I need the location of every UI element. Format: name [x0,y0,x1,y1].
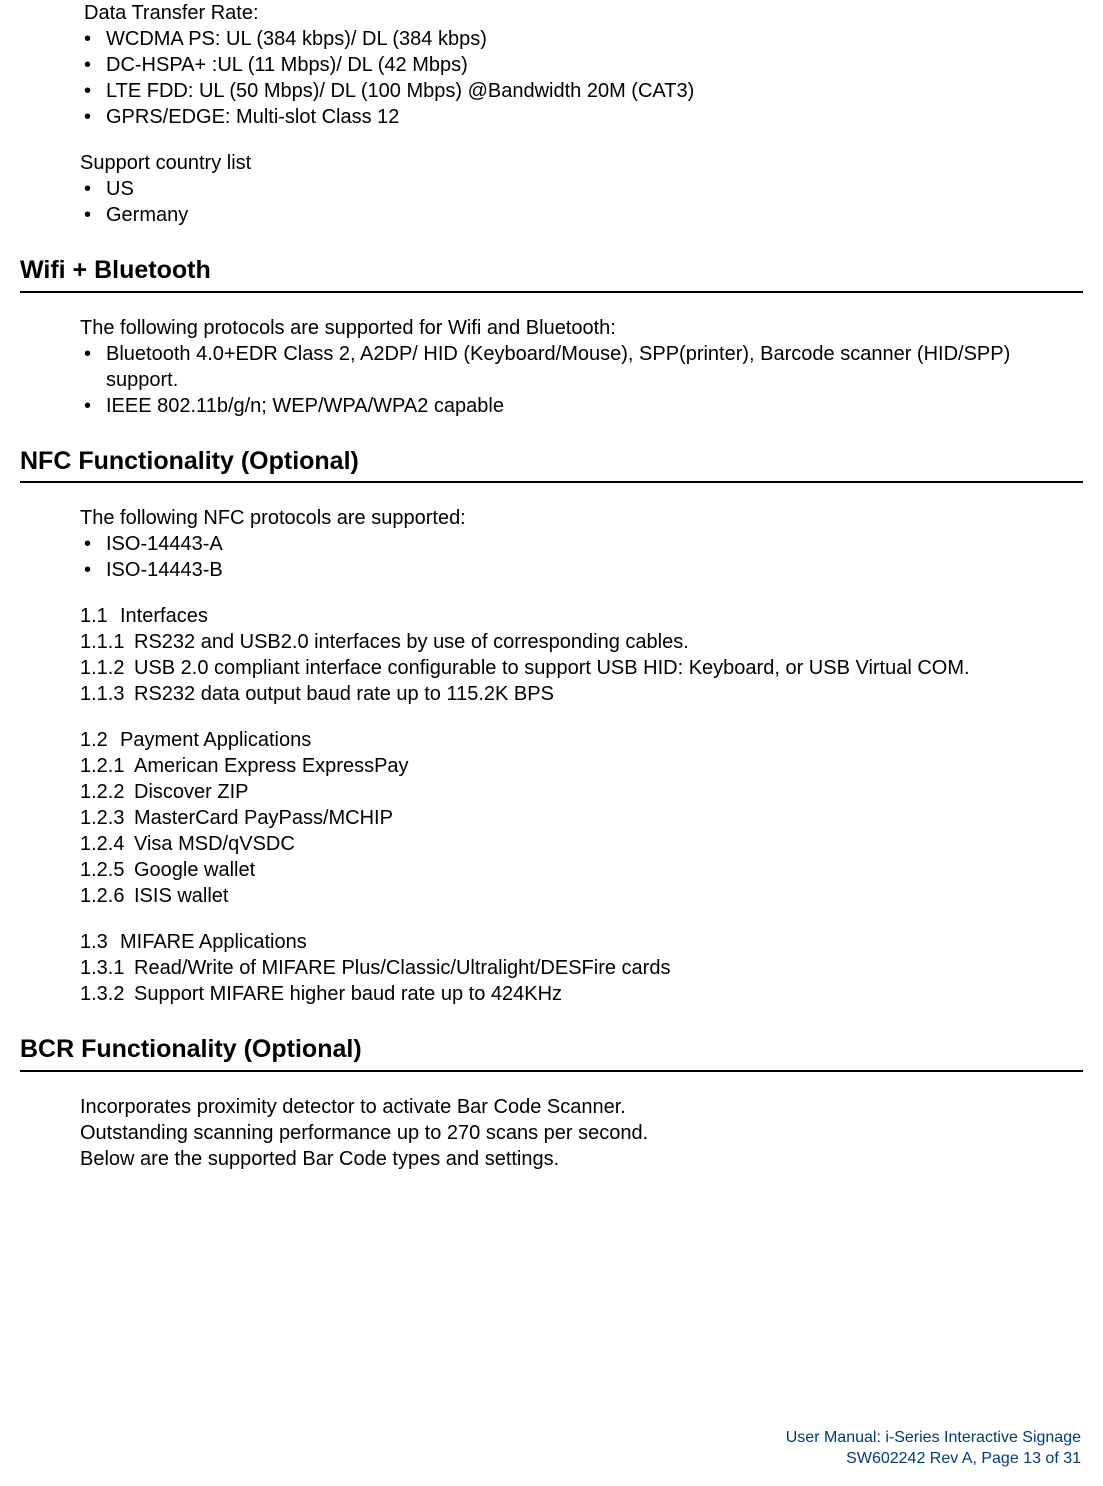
section-title: Interfaces [120,603,208,629]
list-item: WCDMA PS: UL (384 kbps)/ DL (384 kbps) [80,26,1073,52]
mifare-heading: 1.3 MIFARE Applications [80,929,1073,955]
item-text: Discover ZIP [134,779,1073,805]
heading-bcr: BCR Functionality (Optional) [20,1033,1083,1072]
interfaces-heading: 1.1 Interfaces [80,603,1073,629]
list-item: ISO-14443-A [80,531,1073,557]
item-number: 1.3.2 [80,981,134,1007]
item-number: 1.2.5 [80,857,134,883]
item-number: 1.2.1 [80,753,134,779]
heading-wifi-bluetooth: Wifi + Bluetooth [20,254,1083,293]
section-number: 1.2 [80,727,120,753]
nfc-protocol-list: ISO-14443-A ISO-14443-B [80,531,1073,583]
item-number: 1.2.2 [80,779,134,805]
item-number: 1.3.1 [80,955,134,981]
item-number: 1.1.1 [80,629,134,655]
data-rate-list: WCDMA PS: UL (384 kbps)/ DL (384 kbps) D… [80,26,1073,130]
item-text: Read/Write of MIFARE Plus/Classic/Ultral… [134,955,1073,981]
item-text: American Express ExpressPay [134,753,1073,779]
support-country-title: Support country list [80,150,1073,176]
item-number: 1.2.6 [80,883,134,909]
item-number: 1.2.3 [80,805,134,831]
footer-page-info: SW602242 Rev A, Page 13 of 31 [786,1448,1081,1470]
list-item: ISO-14443-B [80,557,1073,583]
list-item: GPRS/EDGE: Multi-slot Class 12 [80,104,1073,130]
payment-heading: 1.2 Payment Applications [80,727,1073,753]
page-footer: User Manual: i-Series Interactive Signag… [786,1427,1081,1470]
item-text: Visa MSD/qVSDC [134,831,1073,857]
section-number: 1.3 [80,929,120,955]
item-text: RS232 and USB2.0 interfaces by use of co… [134,629,1073,655]
heading-nfc: NFC Functionality (Optional) [20,445,1083,484]
section-title: Payment Applications [120,727,311,753]
bcr-line: Incorporates proximity detector to activ… [80,1094,1073,1120]
interfaces-items: 1.1.1RS232 and USB2.0 interfaces by use … [80,629,1073,707]
item-number: 1.1.2 [80,655,134,681]
footer-manual-title: User Manual: i-Series Interactive Signag… [786,1427,1081,1449]
list-item: LTE FDD: UL (50 Mbps)/ DL (100 Mbps) @Ba… [80,78,1073,104]
list-item: US [80,176,1073,202]
country-list: US Germany [80,176,1073,228]
list-item: Bluetooth 4.0+EDR Class 2, A2DP/ HID (Ke… [80,341,1073,393]
item-text: Support MIFARE higher baud rate up to 42… [134,981,1073,1007]
bcr-line: Outstanding scanning performance up to 2… [80,1120,1073,1146]
item-text: MasterCard PayPass/MCHIP [134,805,1073,831]
item-text: USB 2.0 compliant interface configurable… [134,655,1073,681]
list-item: Germany [80,202,1073,228]
bcr-line: Below are the supported Bar Code types a… [80,1146,1073,1172]
section-title: MIFARE Applications [120,929,307,955]
item-text: ISIS wallet [134,883,1073,909]
mifare-items: 1.3.1Read/Write of MIFARE Plus/Classic/U… [80,955,1073,1007]
item-text: Google wallet [134,857,1073,883]
nfc-intro: The following NFC protocols are supporte… [80,505,1073,531]
wifi-intro: The following protocols are supported fo… [80,315,1073,341]
item-number: 1.2.4 [80,831,134,857]
data-transfer-title: Data Transfer Rate: [84,2,259,24]
item-number: 1.1.3 [80,681,134,707]
item-text: RS232 data output baud rate up to 115.2K… [134,681,1073,707]
list-item: IEEE 802.11b/g/n; WEP/WPA/WPA2 capable [80,393,1073,419]
payment-items: 1.2.1American Express ExpressPay 1.2.2Di… [80,753,1073,909]
section-number: 1.1 [80,603,120,629]
list-item: DC-HSPA+ :UL (11 Mbps)/ DL (42 Mbps) [80,52,1073,78]
wifi-protocol-list: Bluetooth 4.0+EDR Class 2, A2DP/ HID (Ke… [80,341,1073,419]
